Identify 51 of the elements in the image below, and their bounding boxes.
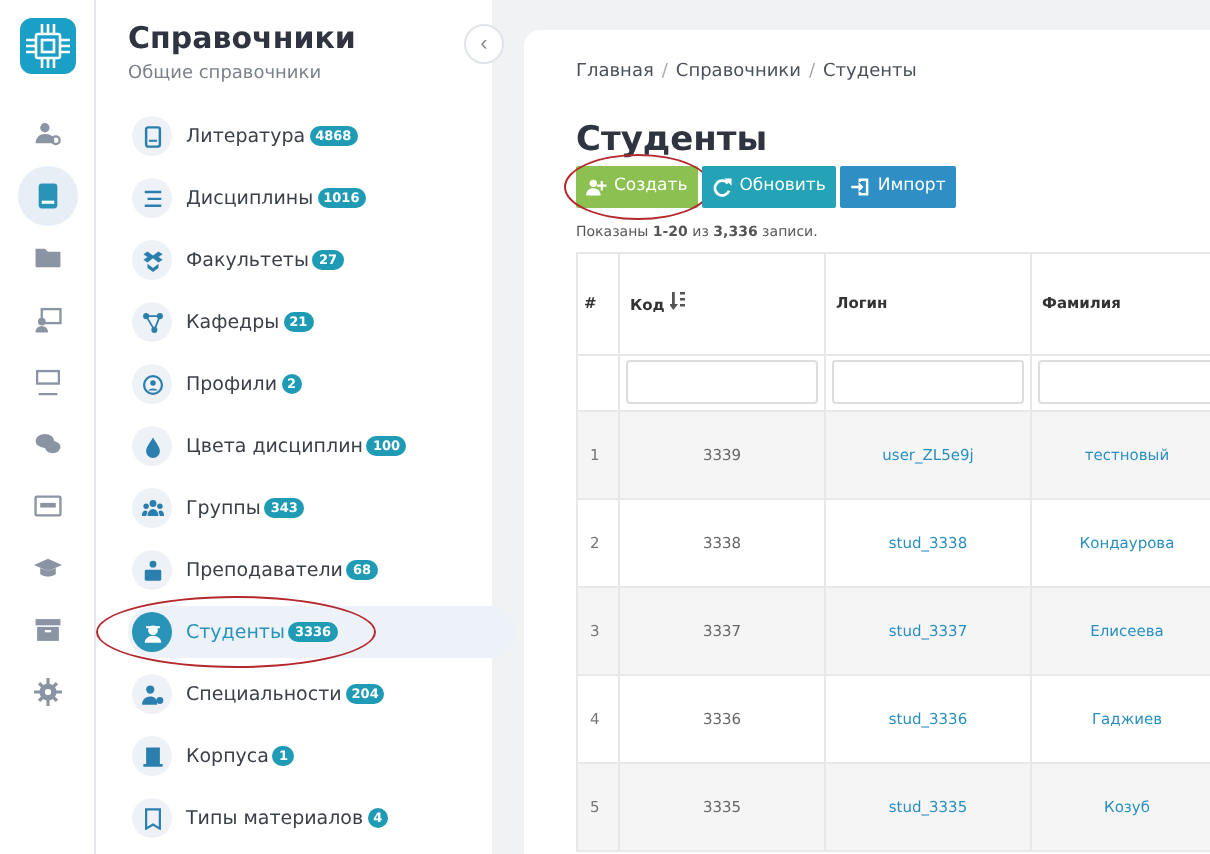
sign-in-icon [849, 175, 872, 198]
sidebar-item-label: Кафедры [186, 311, 280, 333]
sort-icon[interactable] [669, 292, 686, 311]
archive-icon [33, 616, 61, 644]
chat-icon [33, 430, 61, 458]
breadcrumb-link[interactable]: Справочники [675, 62, 801, 82]
sidebar-item-label: Корпуса [186, 745, 269, 767]
sidebar-item-label: Типы материалов [186, 807, 364, 829]
chip-logo-icon[interactable] [19, 18, 75, 74]
book-icon [33, 182, 61, 210]
breadcrumb-separator: / [661, 62, 668, 82]
filter-field[interactable] [1038, 360, 1210, 405]
sidebar-item-label: Профили [186, 373, 278, 395]
sidebar-subtitle: Общие справочники [128, 64, 324, 84]
card-icon [33, 492, 61, 520]
cap-icon [33, 554, 61, 582]
import-button[interactable]: Импорт [839, 165, 956, 208]
folder-icon [33, 244, 61, 272]
building-icon [132, 736, 172, 776]
rail-nav-button[interactable] [17, 166, 77, 226]
share-icon [132, 302, 172, 342]
sidebar-item-label: Группы [186, 497, 261, 519]
filter-field[interactable] [832, 360, 1024, 405]
screen-icon [33, 306, 61, 334]
student-icon [132, 612, 172, 652]
sidebar-title: Справочники [128, 20, 356, 56]
gear-icon [33, 678, 61, 706]
sidebar-item-label: Литература [186, 125, 306, 147]
breadcrumb-separator: / [808, 62, 816, 82]
profile-icon [132, 364, 172, 404]
create-button[interactable]: Создать [576, 165, 698, 208]
refresh-icon [711, 175, 734, 198]
bookmark-icon [132, 798, 172, 838]
drop-icon [132, 426, 172, 466]
filter-field[interactable] [626, 360, 818, 405]
user-plus-icon [586, 175, 608, 198]
book-icon [132, 116, 172, 156]
page-title: Студенты [576, 122, 770, 160]
sidebar-item-label: Цвета дисциплин [186, 435, 363, 457]
sidebar-item-label: Дисциплины [186, 187, 314, 209]
refresh-button[interactable]: Обновить [701, 165, 836, 208]
breadcrumb-link[interactable]: Главная [576, 62, 654, 82]
collapse-button[interactable]: ‹ [464, 24, 504, 64]
list-icon [132, 178, 172, 218]
sidebar-item-label: Студенты [186, 621, 285, 643]
sidebar-item-label: Специальности [186, 683, 342, 705]
sidebar-item-label: Факультеты [186, 249, 309, 271]
boxes-icon [132, 240, 172, 280]
sidebar-item-label: Преподаватели [186, 559, 343, 581]
teacher-icon [132, 550, 172, 590]
users-icon [132, 488, 172, 528]
